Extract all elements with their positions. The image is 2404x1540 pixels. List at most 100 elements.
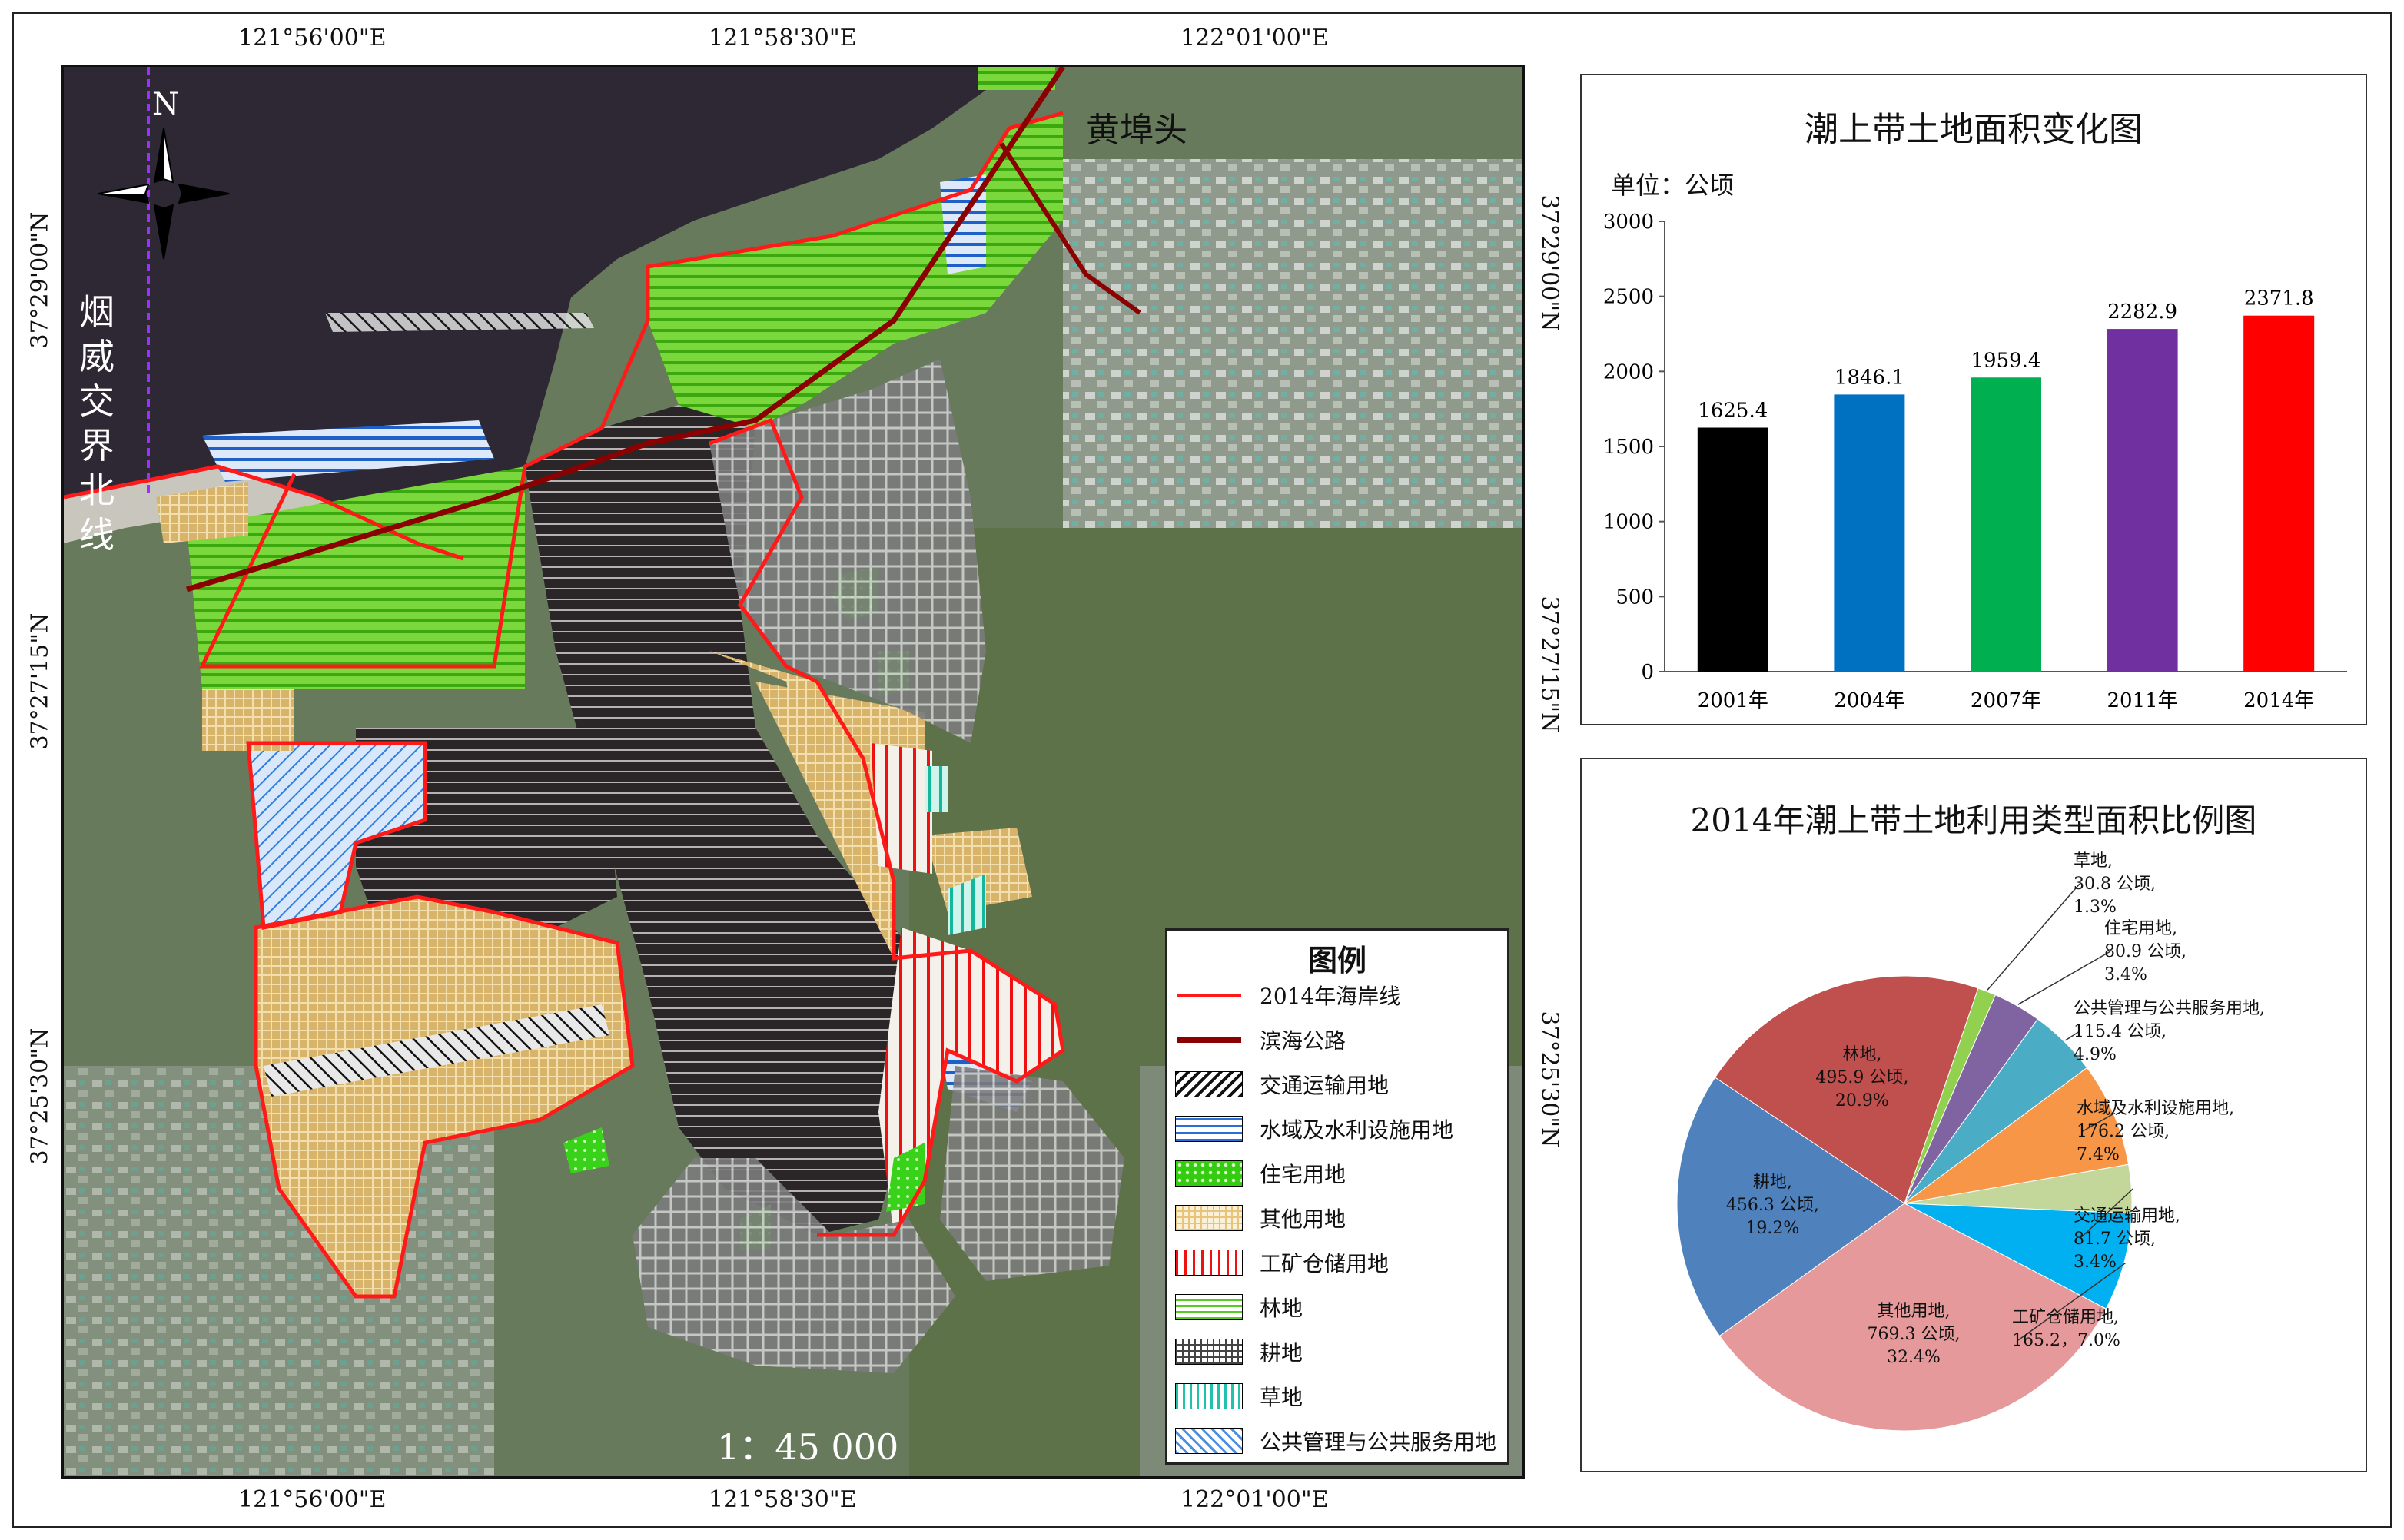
pie-label-line: 81.7 公顷, bbox=[2074, 1230, 2156, 1249]
pie-leader-line bbox=[2017, 951, 2111, 1005]
place-label: 黄埠头 bbox=[1086, 111, 1187, 150]
bar bbox=[2107, 329, 2178, 672]
industrial-swatch-icon bbox=[1175, 1250, 1243, 1276]
pie-label-line: 165.2，7.0% bbox=[2012, 1331, 2120, 1350]
pie-slice-label: 耕地, 456.3 公顷, 19.2% bbox=[1703, 1171, 1841, 1240]
y-tick-label: 500 bbox=[1615, 586, 1654, 609]
lon-label-top-2: 121°58'30"E bbox=[709, 25, 857, 51]
pie-label-line: 7.4% bbox=[2077, 1145, 2120, 1164]
legend-item-forest: 林地 bbox=[1175, 1290, 1303, 1324]
north-label: N bbox=[152, 87, 179, 122]
pie-label-line: 住宅用地, bbox=[2104, 919, 2177, 938]
residential-swatch-icon bbox=[1175, 1160, 1243, 1187]
pie-label-line: 115.4 公顷, bbox=[2074, 1022, 2167, 1041]
pie-slice-label: 其他用地, 769.3 公顷, 32.4% bbox=[1845, 1300, 1983, 1369]
pie-slice-label: 水域及水利设施用地, 176.2 公顷, 7.4% bbox=[2077, 1097, 2234, 1167]
y-tick-label: 2500 bbox=[1603, 286, 1654, 309]
pie-slice-label: 住宅用地, 80.9 公顷, 3.4% bbox=[2104, 918, 2187, 987]
pie-label-line: 19.2% bbox=[1745, 1218, 1800, 1238]
legend-title: 图例 bbox=[1307, 943, 1366, 977]
legend-item-residential: 住宅用地 bbox=[1175, 1157, 1346, 1190]
pie-slice-label: 草地, 30.8 公顷, 1.3% bbox=[2074, 850, 2156, 919]
pie-label-line: 20.9% bbox=[1835, 1091, 1889, 1111]
lon-label-bottom-2: 121°58'30"E bbox=[709, 1486, 857, 1513]
legend-item-transport: 交通运输用地 bbox=[1175, 1067, 1389, 1101]
x-tick-label: 2007年 bbox=[1971, 689, 2041, 712]
lat-label-right-2: 37°27'15"N bbox=[1536, 596, 1563, 733]
pie-label-line: 水域及水利设施用地, bbox=[2077, 1099, 2234, 1118]
pie-label-line: 495.9 公顷, bbox=[1815, 1068, 1909, 1088]
y-tick-label: 1500 bbox=[1603, 436, 1654, 459]
forest-swatch-icon bbox=[1175, 1294, 1243, 1320]
highway-swatch-icon bbox=[1177, 1037, 1241, 1043]
pie-label-line: 耕地, bbox=[1752, 1172, 1792, 1192]
grassland-swatch-icon bbox=[1175, 1383, 1243, 1409]
pie-label-line: 769.3 公顷, bbox=[1867, 1325, 1961, 1345]
pie-label-line: 4.9% bbox=[2074, 1045, 2117, 1064]
x-tick-label: 2004年 bbox=[1834, 689, 1904, 712]
lon-label-top-1: 121°56'00"E bbox=[238, 25, 387, 51]
pie-label-line: 林地, bbox=[1842, 1045, 1882, 1065]
x-tick-label: 2011年 bbox=[2107, 689, 2178, 712]
legend-item-coastline: 2014年海岸线 bbox=[1175, 978, 1400, 1012]
pie-label-line: 公共管理与公共服务用地, bbox=[2074, 999, 2265, 1018]
pie-label-line: 456.3 公顷, bbox=[1725, 1195, 1819, 1215]
bar-value-label: 2371.8 bbox=[2244, 287, 2314, 310]
lon-label-bottom-1: 121°56'00"E bbox=[238, 1486, 387, 1513]
bar bbox=[1697, 427, 1768, 672]
y-tick-label: 2000 bbox=[1603, 360, 1654, 383]
bar bbox=[1971, 377, 2041, 672]
bar-value-label: 1625.4 bbox=[1698, 400, 1768, 423]
y-tick-label: 3000 bbox=[1603, 211, 1654, 234]
lat-label-right-3: 37°25'30"N bbox=[1536, 1011, 1563, 1148]
pie-leader-line bbox=[1987, 883, 2080, 991]
legend-item-public: 公共管理与公共服务用地 bbox=[1175, 1424, 1496, 1458]
bar-value-label: 1846.1 bbox=[1835, 366, 1904, 389]
bar bbox=[2243, 315, 2315, 672]
pie-label-line: 30.8 公顷, bbox=[2074, 875, 2156, 894]
legend-item-grassland: 草地 bbox=[1175, 1379, 1303, 1413]
lat-label-left-2: 37°27'15"N bbox=[26, 612, 54, 750]
public-service-swatch-icon bbox=[1175, 1428, 1243, 1454]
legend-item-other: 其他用地 bbox=[1175, 1201, 1346, 1235]
scale-label: 1：45 000 bbox=[717, 1426, 899, 1468]
farmland-swatch-icon bbox=[1175, 1339, 1243, 1365]
boundary-label: 烟威交界北线 bbox=[79, 291, 115, 556]
legend-label: 工矿仓储用地 bbox=[1260, 1251, 1390, 1276]
legend-label: 住宅用地 bbox=[1260, 1162, 1346, 1187]
legend-label: 2014年海岸线 bbox=[1260, 984, 1401, 1009]
lat-label-left-1: 37°29'00"N bbox=[26, 211, 54, 349]
bar-chart-panel: 潮上带土地面积变化图 单位：公顷 0 500 1000 1500 2000 2500 300… bbox=[1580, 74, 2367, 725]
coastline-swatch-icon bbox=[1177, 994, 1241, 997]
bar-value-label: 1959.4 bbox=[1971, 349, 2041, 372]
lat-label-right-1: 37°29'00"N bbox=[1536, 194, 1563, 332]
x-tick-label: 2001年 bbox=[1698, 689, 1768, 712]
legend-label: 滨海公路 bbox=[1260, 1028, 1346, 1054]
legend-item-farmland: 耕地 bbox=[1175, 1335, 1303, 1369]
legend-label: 水域及水利设施用地 bbox=[1260, 1117, 1454, 1143]
map-legend: 图例 2014年海岸线 滨海公路 交通运输用地 水域及水利设施用地 住宅用地 其… bbox=[1165, 928, 1509, 1465]
water-swatch-icon bbox=[1175, 1116, 1243, 1142]
pie-label-line: 176.2 公顷, bbox=[2077, 1122, 2170, 1141]
x-tick-label: 2014年 bbox=[2243, 689, 2314, 712]
pie-label-line: 3.4% bbox=[2104, 965, 2147, 984]
pie-slice-label: 交通运输用地, 81.7 公顷, 3.4% bbox=[2074, 1205, 2180, 1274]
pie-slice-label: 公共管理与公共服务用地, 115.4 公顷, 4.9% bbox=[2074, 997, 2265, 1067]
pie-label-line: 1.3% bbox=[2074, 898, 2117, 917]
pie-label-line: 交通运输用地, bbox=[2074, 1206, 2180, 1226]
bar-value-label: 2282.9 bbox=[2107, 300, 2177, 324]
legend-item-water: 水域及水利设施用地 bbox=[1175, 1112, 1453, 1146]
pie-label-line: 80.9 公顷, bbox=[2104, 942, 2187, 961]
legend-label: 交通运输用地 bbox=[1260, 1073, 1390, 1098]
legend-label: 草地 bbox=[1260, 1385, 1303, 1410]
y-tick-label: 0 bbox=[1641, 661, 1654, 684]
legend-label: 其他用地 bbox=[1260, 1206, 1346, 1232]
y-tick-label: 1000 bbox=[1603, 511, 1654, 534]
legend-label: 耕地 bbox=[1260, 1340, 1303, 1366]
bar-chart: 0 500 1000 1500 2000 2500 3000 1625.4 2001年 1846.… bbox=[1603, 211, 2347, 712]
legend-label: 林地 bbox=[1260, 1296, 1303, 1321]
lon-label-bottom-3: 122°01'00"E bbox=[1180, 1486, 1329, 1513]
pie-chart-panel: 2014年潮上带土地利用类型面积比例图 草地, 30.8 公顷, 1.3% 住宅用地,… bbox=[1580, 758, 2367, 1472]
pie-label-line: 草地, bbox=[2074, 851, 2113, 871]
transport-swatch-icon bbox=[1175, 1071, 1243, 1097]
